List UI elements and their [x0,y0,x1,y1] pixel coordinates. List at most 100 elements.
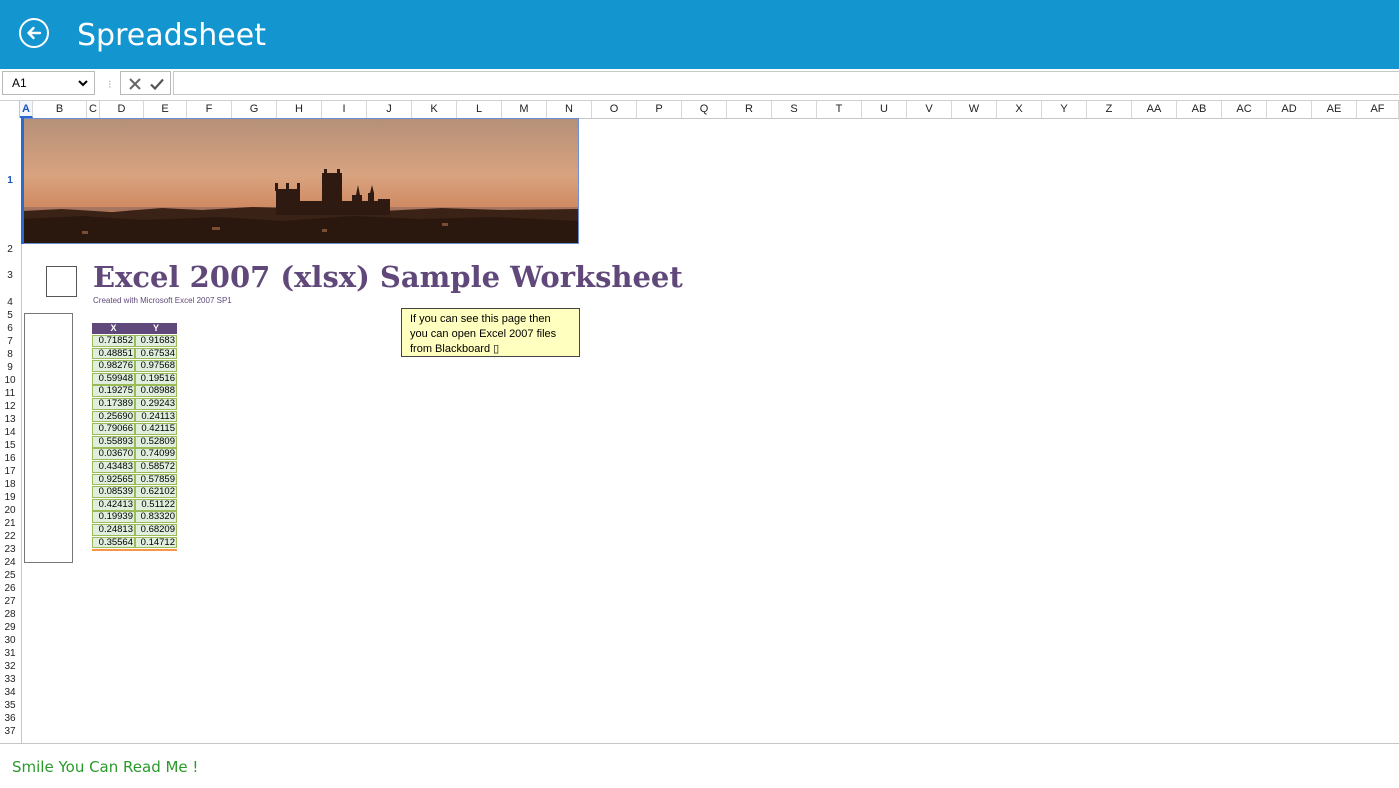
row-header-23[interactable]: 23 [0,543,20,556]
row-header-36[interactable]: 36 [0,712,20,725]
row-header-6[interactable]: 6 [0,322,20,335]
worksheet-grid[interactable]: Excel 2007 (xlsx) Sample Worksheet Creat… [21,118,1399,743]
table-cell[interactable]: 0.42115 [135,423,177,435]
chevron-down-icon[interactable] [77,77,89,89]
row-header-31[interactable]: 31 [0,647,20,660]
table-cell[interactable]: 0.42413 [92,498,135,511]
table-cell[interactable]: 0.98276 [92,360,135,372]
table-cell[interactable]: 0.71852 [92,335,135,347]
table-cell[interactable]: 0.24113 [135,410,177,423]
table-cell[interactable]: 0.19939 [92,511,135,524]
column-header-q[interactable]: Q [682,101,727,118]
table-cell[interactable]: 0.97568 [135,360,177,372]
table-cell[interactable]: 0.29243 [135,398,177,410]
column-header-a[interactable]: A [20,101,33,118]
checkbox-shape[interactable] [46,266,77,297]
row-header-9[interactable]: 9 [0,361,20,374]
table-cell[interactable]: 0.19516 [135,372,177,385]
column-header-m[interactable]: M [502,101,547,118]
row-header-32[interactable]: 32 [0,660,20,673]
column-header-aa[interactable]: AA [1132,101,1177,118]
table-cell[interactable]: 0.08539 [92,486,135,498]
table-cell[interactable]: 0.74099 [135,448,177,461]
table-cell[interactable]: 0.35564 [92,536,135,549]
column-header-ab[interactable]: AB [1177,101,1222,118]
column-header-u[interactable]: U [862,101,907,118]
table-header-y[interactable]: Y [135,323,177,334]
comment-note[interactable]: If you can see this page then you can op… [401,308,580,357]
column-header-af[interactable]: AF [1357,101,1399,118]
row-header-16[interactable]: 16 [0,452,20,465]
frame-shape[interactable] [24,313,73,563]
row-header-7[interactable]: 7 [0,335,20,348]
column-header-z[interactable]: Z [1087,101,1132,118]
row-header-34[interactable]: 34 [0,686,20,699]
column-header-ae[interactable]: AE [1312,101,1357,118]
row-header-29[interactable]: 29 [0,621,20,634]
column-header-s[interactable]: S [772,101,817,118]
table-cell[interactable]: 0.58572 [135,461,177,473]
table-cell[interactable]: 0.19275 [92,385,135,398]
row-header-25[interactable]: 25 [0,569,20,582]
table-cell[interactable]: 0.67534 [135,347,177,360]
column-header-d[interactable]: D [100,101,144,118]
column-header-h[interactable]: H [277,101,322,118]
table-cell[interactable]: 0.62102 [135,486,177,498]
table-cell[interactable]: 0.43483 [92,461,135,473]
row-header-15[interactable]: 15 [0,439,20,452]
table-cell[interactable]: 0.59948 [92,372,135,385]
row-header-11[interactable]: 11 [0,387,20,400]
column-header-g[interactable]: G [232,101,277,118]
row-header-5[interactable]: 5 [0,309,20,322]
row-header-20[interactable]: 20 [0,504,20,517]
row-header-27[interactable]: 27 [0,595,20,608]
column-header-f[interactable]: F [187,101,232,118]
row-header-26[interactable]: 26 [0,582,20,595]
column-header-v[interactable]: V [907,101,952,118]
column-header-t[interactable]: T [817,101,862,118]
column-header-p[interactable]: P [637,101,682,118]
row-header-10[interactable]: 10 [0,374,20,387]
back-button[interactable] [19,18,49,48]
table-cell[interactable]: 0.52809 [135,435,177,448]
row-header-13[interactable]: 13 [0,413,20,426]
column-header-i[interactable]: I [322,101,367,118]
select-all-corner[interactable] [0,101,20,118]
column-header-c[interactable]: C [87,101,100,118]
table-cell[interactable]: 0.08988 [135,385,177,398]
row-header-8[interactable]: 8 [0,348,20,361]
column-header-w[interactable]: W [952,101,997,118]
column-header-l[interactable]: L [457,101,502,118]
column-header-y[interactable]: Y [1042,101,1087,118]
column-header-o[interactable]: O [592,101,637,118]
table-cell[interactable]: 0.91683 [135,335,177,347]
cell-name-box[interactable]: A1 [2,71,95,95]
row-header-12[interactable]: 12 [0,400,20,413]
row-header-3[interactable]: 3 [0,256,20,296]
row-header-24[interactable]: 24 [0,556,20,569]
column-header-ad[interactable]: AD [1267,101,1312,118]
row-header-21[interactable]: 21 [0,517,20,530]
column-header-b[interactable]: B [33,101,87,118]
table-cell[interactable]: 0.55893 [92,435,135,448]
table-header-x[interactable]: X [92,323,135,334]
column-header-j[interactable]: J [367,101,412,118]
table-cell[interactable]: 0.25690 [92,410,135,423]
row-header-4[interactable]: 4 [0,296,20,309]
table-cell[interactable]: 0.92565 [92,473,135,486]
row-header-18[interactable]: 18 [0,478,20,491]
table-cell[interactable]: 0.83320 [135,511,177,524]
table-cell[interactable]: 0.48851 [92,347,135,360]
column-header-n[interactable]: N [547,101,592,118]
table-cell[interactable]: 0.24813 [92,524,135,536]
row-header-14[interactable]: 14 [0,426,20,439]
row-header-2[interactable]: 2 [0,244,20,256]
column-header-x[interactable]: X [997,101,1042,118]
row-header-22[interactable]: 22 [0,530,20,543]
table-cell[interactable]: 0.03670 [92,448,135,461]
row-header-1[interactable]: 1 [0,118,20,244]
column-header-ac[interactable]: AC [1222,101,1267,118]
row-header-37[interactable]: 37 [0,725,20,738]
row-header-17[interactable]: 17 [0,465,20,478]
table-cell[interactable]: 0.79066 [92,423,135,435]
